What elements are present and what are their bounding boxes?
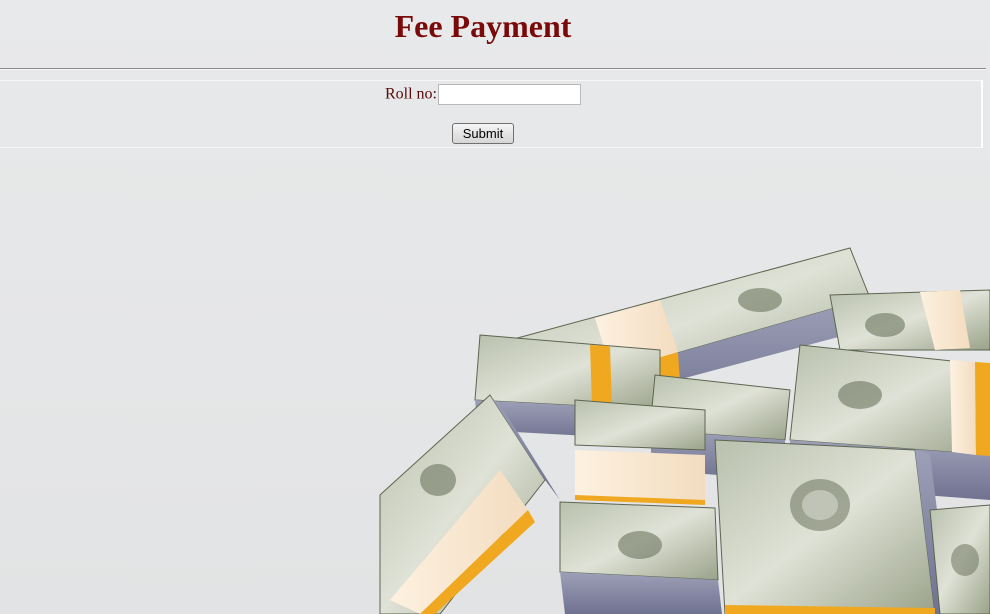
money-stack-right [829,289,990,351]
roll-no-input[interactable] [438,84,581,105]
money-stack-bottom [559,501,722,614]
submit-button[interactable]: Submit [452,123,514,144]
money-stack-far-right [929,504,990,614]
money-stack-front [714,439,950,614]
page: Fee Payment Roll no: Submit [0,0,990,614]
money-stacks-image [379,247,990,614]
roll-label: Roll no: [384,85,437,103]
roll-row: Roll no: [0,84,966,105]
fee-form: Roll no: Submit [0,80,983,148]
divider [0,68,986,70]
page-title: Fee Payment [394,8,572,44]
